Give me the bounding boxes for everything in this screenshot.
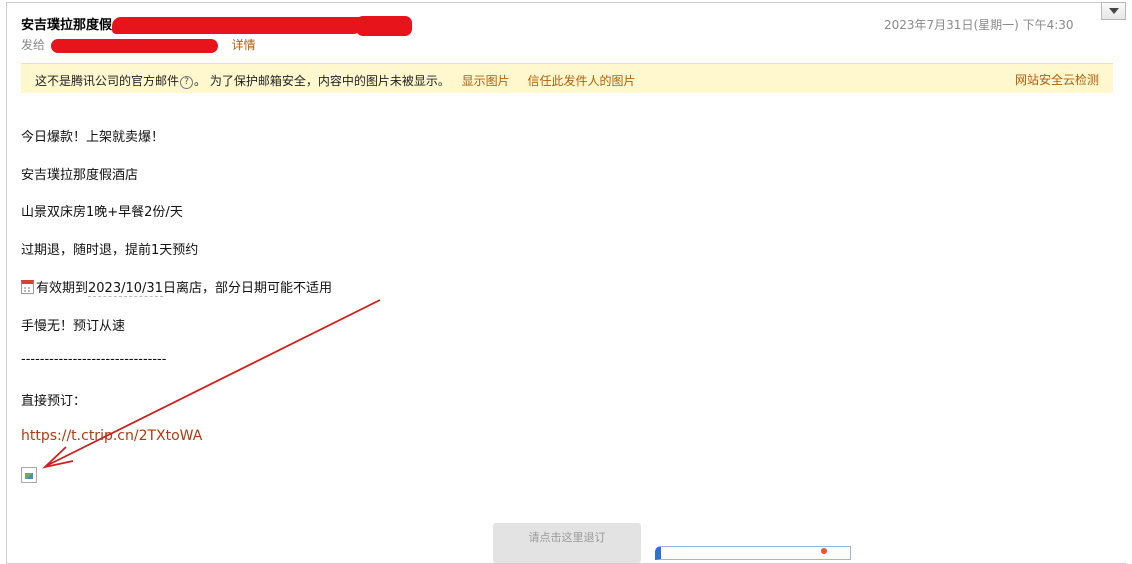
validity-suffix: 日离店，部分日期可能不适用 [162,281,332,296]
validity-date[interactable]: 2023/10/31 [88,281,163,297]
partial-banner [655,546,851,560]
unsubscribe-button[interactable]: 请点击这里退订 [493,523,641,563]
body-line-2: 安吉璞拉那度假酒店 [21,168,139,183]
question-circle-icon[interactable]: ? [180,76,194,89]
body-line-3: 山景双床房1晚+早餐2份/天 [21,205,183,220]
warning-text-part2: 。 为了保护邮箱安全，内容中的图片未被显示。 [194,74,450,88]
email-date: 2023年7月31日(星期一) 下午4:30 [884,18,1074,32]
subject-redaction-tail [356,15,413,36]
validity-prefix: 有效期到 [36,281,89,296]
trust-sender-images-link[interactable]: 信任此发件人的图片 [528,74,636,88]
chevron-down-icon [1108,8,1119,14]
warning-text-part1: 这不是腾讯公司的官方邮件 [35,74,180,88]
security-check-link[interactable]: 网站安全云检测 [1015,71,1099,88]
book-label: 直接预订： [21,394,87,409]
body-line-1: 今日爆款！上架就卖爆！ [21,130,165,145]
email-subject: 安吉璞拉那度假 [21,14,413,36]
scroll-down-button[interactable] [1101,2,1126,20]
subject-redaction [112,17,363,34]
to-label: 发给 [21,38,46,52]
banner-dot [821,548,827,554]
subject-prefix: 安吉璞拉那度假 [21,18,113,33]
calendar-icon [21,280,34,294]
show-images-link[interactable]: 显示图片 [462,74,510,88]
body-line-6: 手慢无！预订从速 [21,319,126,334]
recipient-redaction [50,38,218,53]
booking-link-row: https://t.ctrip.cn/2TXtoWA [21,428,202,444]
body-line-5: 有效期到2023/10/31日离店，部分日期可能不适用 [21,277,332,297]
body-line-4: 过期退，随时退，提前1天预约 [21,243,199,258]
recipient-line: 发给 详情 [21,36,256,53]
warning-text: 这不是腾讯公司的官方邮件?。 为了保护邮箱安全，内容中的图片未被显示。 显示图片… [35,72,636,89]
security-warning-bar: 这不是腾讯公司的官方邮件?。 为了保护邮箱安全，内容中的图片未被显示。 显示图片… [21,63,1113,93]
details-link[interactable]: 详情 [232,38,256,52]
booking-link[interactable]: https://t.ctrip.cn/2TXtoWA [21,428,202,444]
body-divider: ------------------------------- [21,352,167,367]
broken-image-icon[interactable] [21,467,37,483]
